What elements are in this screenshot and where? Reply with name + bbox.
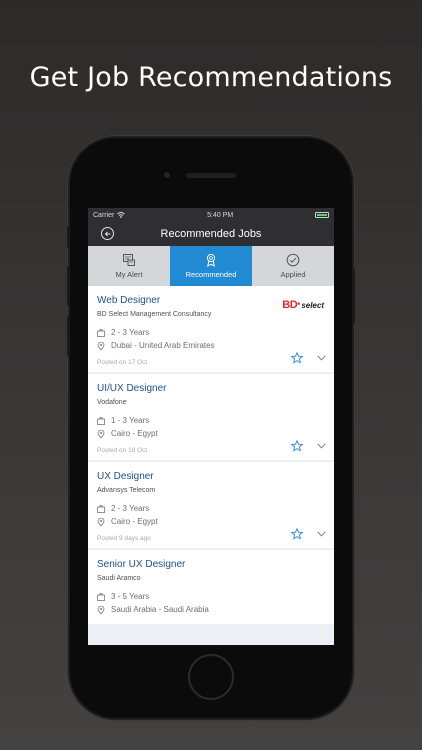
chevron-down-icon[interactable] — [317, 355, 326, 361]
tab-label: Applied — [280, 270, 306, 279]
location-row: Cairo - Egypt — [97, 517, 325, 526]
experience-text: 2 - 3 Years — [111, 328, 150, 337]
company-name: BD Select Management Consultancy — [97, 311, 212, 318]
tab-recommended[interactable]: Recommended — [170, 246, 252, 286]
star-icon[interactable] — [291, 352, 303, 364]
nav-title: Recommended Jobs — [160, 228, 262, 240]
experience-text: 1 - 3 Years — [111, 416, 150, 425]
job-title[interactable]: UI/UX Designer — [97, 383, 325, 394]
check-circle-icon — [286, 253, 300, 267]
job-card[interactable]: UI/UX Designer Vodafone 1 - 3 Years Cair… — [88, 374, 334, 460]
location-text: Cairo - Egypt — [111, 517, 158, 526]
briefcase-icon — [97, 504, 105, 513]
job-card[interactable]: Web Designer BD * select BD Select Managem… — [88, 286, 334, 372]
star-icon[interactable] — [291, 528, 303, 540]
alert-icon — [123, 254, 135, 266]
home-button[interactable] — [188, 654, 234, 700]
promo-headline: Get Job Recommendations — [29, 62, 393, 93]
job-list: Web Designer BD * select BD Select Managem… — [88, 286, 334, 624]
location-pin-icon — [97, 341, 105, 350]
location-text: Saudi Arabia - Saudi Arabia — [111, 605, 209, 614]
location-pin-icon — [97, 605, 105, 614]
job-card[interactable]: Senior UX Designer Saudi Aramco 3 - 5 Ye… — [88, 550, 334, 624]
phone-frame: Carrier 5:40 PM Recommended Jobs My Aler… — [67, 138, 355, 718]
status-bar: Carrier 5:40 PM — [88, 208, 334, 222]
volume-down-button — [67, 316, 70, 356]
app-screen: Carrier 5:40 PM Recommended Jobs My Aler… — [88, 208, 334, 645]
briefcase-icon — [97, 416, 105, 425]
power-button — [352, 268, 355, 324]
location-pin-icon — [97, 517, 105, 526]
chevron-down-icon[interactable] — [317, 443, 326, 449]
experience-row: 2 - 3 Years — [97, 328, 325, 337]
location-pin-icon — [97, 429, 105, 438]
star-icon[interactable] — [291, 440, 303, 452]
company-logo: BD * select — [282, 299, 324, 311]
tab-label: My Alert — [115, 270, 143, 279]
chevron-down-icon[interactable] — [317, 531, 326, 537]
nav-bar: Recommended Jobs — [88, 222, 334, 246]
location-row: Dubai - United Arab Emirates — [97, 341, 325, 350]
experience-row: 3 - 5 Years — [97, 592, 325, 601]
battery-icon — [315, 212, 329, 218]
award-icon — [206, 253, 216, 267]
tab-applied[interactable]: Applied — [252, 246, 334, 286]
location-row: Saudi Arabia - Saudi Arabia — [97, 605, 325, 614]
experience-row: 1 - 3 Years — [97, 416, 325, 425]
company-name: Vodafone — [97, 399, 127, 406]
location-text: Cairo - Egypt — [111, 429, 158, 438]
tab-my-alert[interactable]: My Alert — [88, 246, 170, 286]
company-name: Saudi Aramco — [97, 575, 141, 582]
tab-bar: My Alert Recommended Applied — [88, 246, 334, 286]
experience-text: 2 - 3 Years — [111, 504, 150, 513]
location-row: Cairo - Egypt — [97, 429, 325, 438]
job-card[interactable]: UX Designer Advansys Telecom 2 - 3 Years… — [88, 462, 334, 548]
experience-row: 2 - 3 Years — [97, 504, 325, 513]
front-camera — [164, 172, 170, 178]
job-title[interactable]: Senior UX Designer — [97, 559, 325, 570]
carrier-label: Carrier — [93, 211, 115, 219]
briefcase-icon — [97, 592, 105, 601]
earpiece-speaker — [186, 173, 236, 178]
mute-switch — [67, 226, 70, 248]
tab-label: Recommended — [185, 270, 237, 279]
wifi-icon — [117, 212, 126, 218]
experience-text: 3 - 5 Years — [111, 592, 150, 601]
volume-up-button — [67, 266, 70, 306]
back-arrow-circle-icon[interactable] — [101, 227, 114, 240]
company-name: Advansys Telecom — [97, 487, 156, 494]
location-text: Dubai - United Arab Emirates — [111, 341, 215, 350]
briefcase-icon — [97, 328, 105, 337]
status-time: 5:40 PM — [207, 211, 234, 219]
job-title[interactable]: UX Designer — [97, 471, 325, 482]
